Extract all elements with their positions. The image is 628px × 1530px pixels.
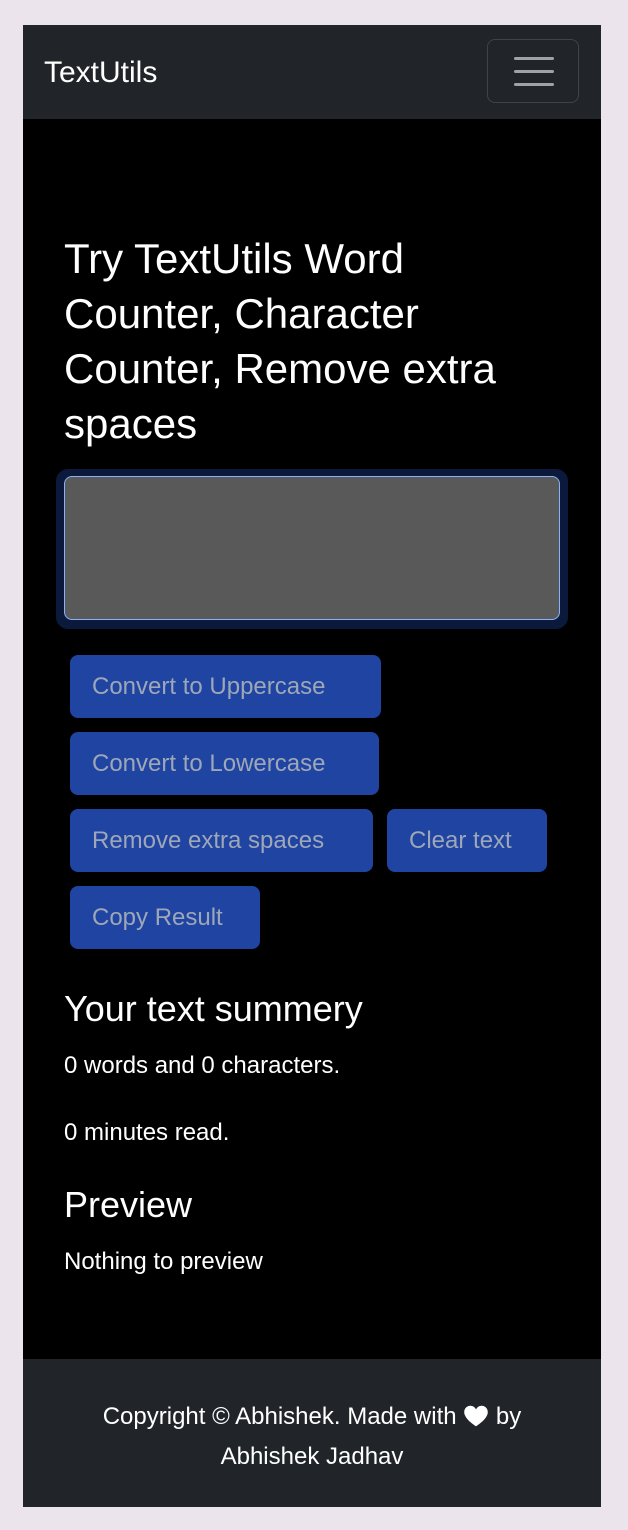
heart-icon	[464, 1405, 489, 1427]
navbar: TextUtils	[23, 25, 601, 119]
copyright-text: Copyright © Abhishek. Made with by Abhis…	[23, 1397, 601, 1477]
remove-extra-spaces-button[interactable]: Remove extra spaces	[70, 809, 373, 872]
hamburger-menu-icon	[514, 83, 554, 86]
copyright-label: Copyright © Abhishek. Made with	[102, 1403, 457, 1430]
author-name: Abhishek Jadhav	[220, 1443, 404, 1470]
page-title: Try TextUtils Word Counter, Character Co…	[64, 235, 496, 447]
preview-title: Preview	[64, 1184, 193, 1225]
textarea-focus-ring	[56, 469, 568, 629]
word-character-count: 0 words and 0 characters.	[64, 1052, 341, 1079]
summary-title: Your text summery	[64, 988, 363, 1029]
copy-result-button[interactable]: Copy Result	[70, 886, 260, 949]
clear-text-button[interactable]: Clear text	[387, 809, 547, 872]
preview-text: Nothing to preview	[64, 1248, 263, 1275]
text-input[interactable]	[64, 476, 560, 620]
hamburger-menu-icon	[514, 70, 554, 73]
navbar-brand[interactable]: TextUtils	[44, 55, 157, 91]
uppercase-button[interactable]: Convert to Uppercase	[70, 655, 381, 718]
footer: Copyright © Abhishek. Made with by Abhis…	[23, 1359, 601, 1507]
navbar-toggler-button[interactable]	[487, 39, 579, 103]
by-label: by	[495, 1403, 522, 1430]
read-time: 0 minutes read.	[64, 1119, 230, 1146]
lowercase-button[interactable]: Convert to Lowercase	[70, 732, 379, 795]
app-frame: TextUtils Try TextUtils Word Counter, Ch…	[23, 25, 601, 1507]
hamburger-menu-icon	[514, 57, 554, 60]
